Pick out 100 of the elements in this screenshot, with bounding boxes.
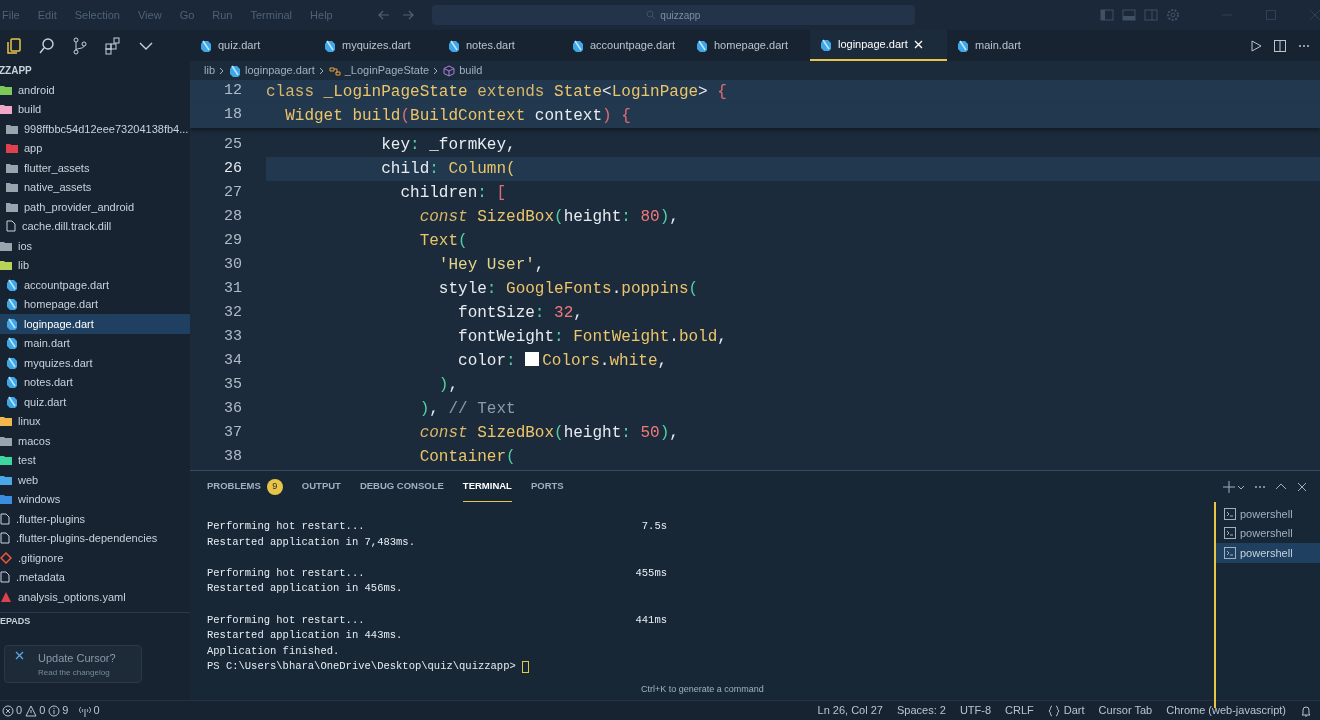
dart-file-icon [696,39,708,52]
tree-item[interactable]: windows [0,489,190,509]
info-icon [48,704,61,717]
section-header[interactable]: EPADS [0,612,190,632]
line-number: 35 [223,374,242,395]
panel-tab[interactable]: PORTS [530,471,564,502]
count-badge: 9 [266,478,283,495]
code-line: ), [437,375,459,396]
close-icon[interactable] [1296,480,1308,493]
files-icon[interactable] [5,36,23,55]
dart-file-icon [6,376,18,389]
status-item[interactable]: Dart [1047,702,1085,719]
file-icon [0,532,10,545]
terminal-session[interactable]: powershell [1216,543,1320,563]
line-number: 28 [223,206,242,227]
line-number: 29 [223,230,242,251]
tree-item[interactable]: .flutter-plugins-dependencies [0,528,190,548]
antenna-icon [79,704,92,717]
code-line: children: [ [399,183,507,204]
tree-item[interactable]: quiz.dart [0,392,190,412]
extensions-icon[interactable] [104,36,122,55]
tree-item[interactable]: homepage.dart [0,294,190,314]
tree-item[interactable]: accountpage.dart [0,275,190,295]
editor-tab[interactable]: myquizes.dart [314,30,438,61]
tree-item[interactable]: path_provider_android [0,197,190,217]
breadcrumb-item[interactable]: _LoginPageState [344,62,430,79]
panel-tab[interactable]: DEBUG CONSOLE [359,471,444,502]
status-item[interactable]: 9 [48,702,69,719]
editor-tab[interactable]: accountpage.dart [562,30,686,61]
terminal-line: Performing hot restart... [207,519,365,534]
tree-item[interactable]: notes.dart [0,372,190,392]
changelog-link[interactable]: Read the changelog [38,666,116,679]
line-number: 34 [223,350,242,371]
breadcrumb-item[interactable]: loginpage.dart [245,62,315,79]
breadcrumb-item[interactable]: build [459,62,483,79]
editor-tab[interactable]: homepage.dart [686,30,810,61]
file-icon [0,571,10,584]
terminal-line: Restarted application in 456ms. [207,581,403,597]
search-icon[interactable] [38,36,56,55]
terminal-timing: 455ms [635,565,667,581]
status-item[interactable]: Spaces: 2 [896,702,946,719]
panel-tab[interactable]: OUTPUT [301,471,341,502]
terminal-line: Application finished. [207,643,340,659]
line-number: 32 [223,302,242,323]
dart-file-icon [6,298,18,311]
tree-item[interactable]: analysis_options.yaml [0,587,190,607]
status-item[interactable]: Chrome (web-javascript) [1166,702,1286,719]
folder-icon [0,240,12,251]
tree-item[interactable]: flutter_assets [0,158,190,178]
tree-item[interactable]: macos [0,431,190,451]
tree-item[interactable]: lib [0,255,190,275]
panel-tab[interactable]: TERMINAL [462,471,512,502]
tree-item[interactable]: myquizes.dart [0,353,190,373]
close-icon[interactable] [15,651,24,660]
tree-item[interactable]: build [0,99,190,119]
tree-item[interactable]: 998ffbbc54d12eee73204138fb4... [0,119,190,139]
folder-icon [6,182,18,193]
folder-icon [6,201,18,212]
editor-tab[interactable]: quiz.dart [190,30,314,61]
folder-icon [0,260,12,271]
terminal-icon [1224,546,1236,559]
split-editor-icon[interactable] [1274,39,1286,52]
command-center-field[interactable]: quizzapp [431,5,915,25]
tree-item[interactable]: cache.dill.track.dill [0,216,190,236]
tree-item[interactable]: native_assets [0,177,190,197]
editor-tab[interactable]: loginpage.dart [810,30,947,61]
bell-icon[interactable] [1300,704,1312,717]
tree-item[interactable]: linux [0,411,190,431]
terminal-session[interactable]: powershell [1216,504,1320,524]
tree-item[interactable]: web [0,470,190,490]
panel-tab[interactable]: PROBLEMS [207,471,261,502]
dart-file-icon [6,278,18,291]
terminal-icon [1224,507,1236,520]
editor-tab[interactable]: notes.dart [438,30,562,61]
status-item[interactable]: 0 [2,702,23,719]
editor-tab[interactable]: main.dart [947,30,1071,61]
tree-item[interactable]: test [0,450,190,470]
status-item[interactable]: UTF-8 [959,702,992,719]
folder-icon [6,143,18,154]
tree-item[interactable]: .gitignore [0,548,190,568]
status-item[interactable]: CRLF [1005,702,1034,719]
tree-item[interactable]: app [0,138,190,158]
line-number: 31 [223,278,242,299]
status-item[interactable]: Cursor Tab [1098,702,1153,719]
tree-item[interactable]: main.dart [0,333,190,353]
search-icon [646,10,657,20]
tree-item[interactable]: android [0,80,190,100]
terminal-hint: Ctrl+K to generate a command [640,682,765,696]
new-terminal-icon[interactable] [1223,480,1245,493]
status-item[interactable]: 0 [79,702,100,719]
branch-icon[interactable] [71,36,89,55]
status-item[interactable]: Ln 26, Col 27 [817,702,883,719]
run-icon[interactable] [1250,39,1262,52]
tree-item[interactable]: loginpage.dart [0,314,190,334]
breadcrumb-item[interactable]: lib [204,62,215,79]
tree-item[interactable]: ios [0,236,190,256]
tree-item[interactable]: .metadata [0,567,190,587]
terminal-session[interactable]: powershell [1216,523,1320,543]
tree-item[interactable]: .flutter-plugins [0,509,190,529]
status-item[interactable]: 0 [25,702,46,719]
